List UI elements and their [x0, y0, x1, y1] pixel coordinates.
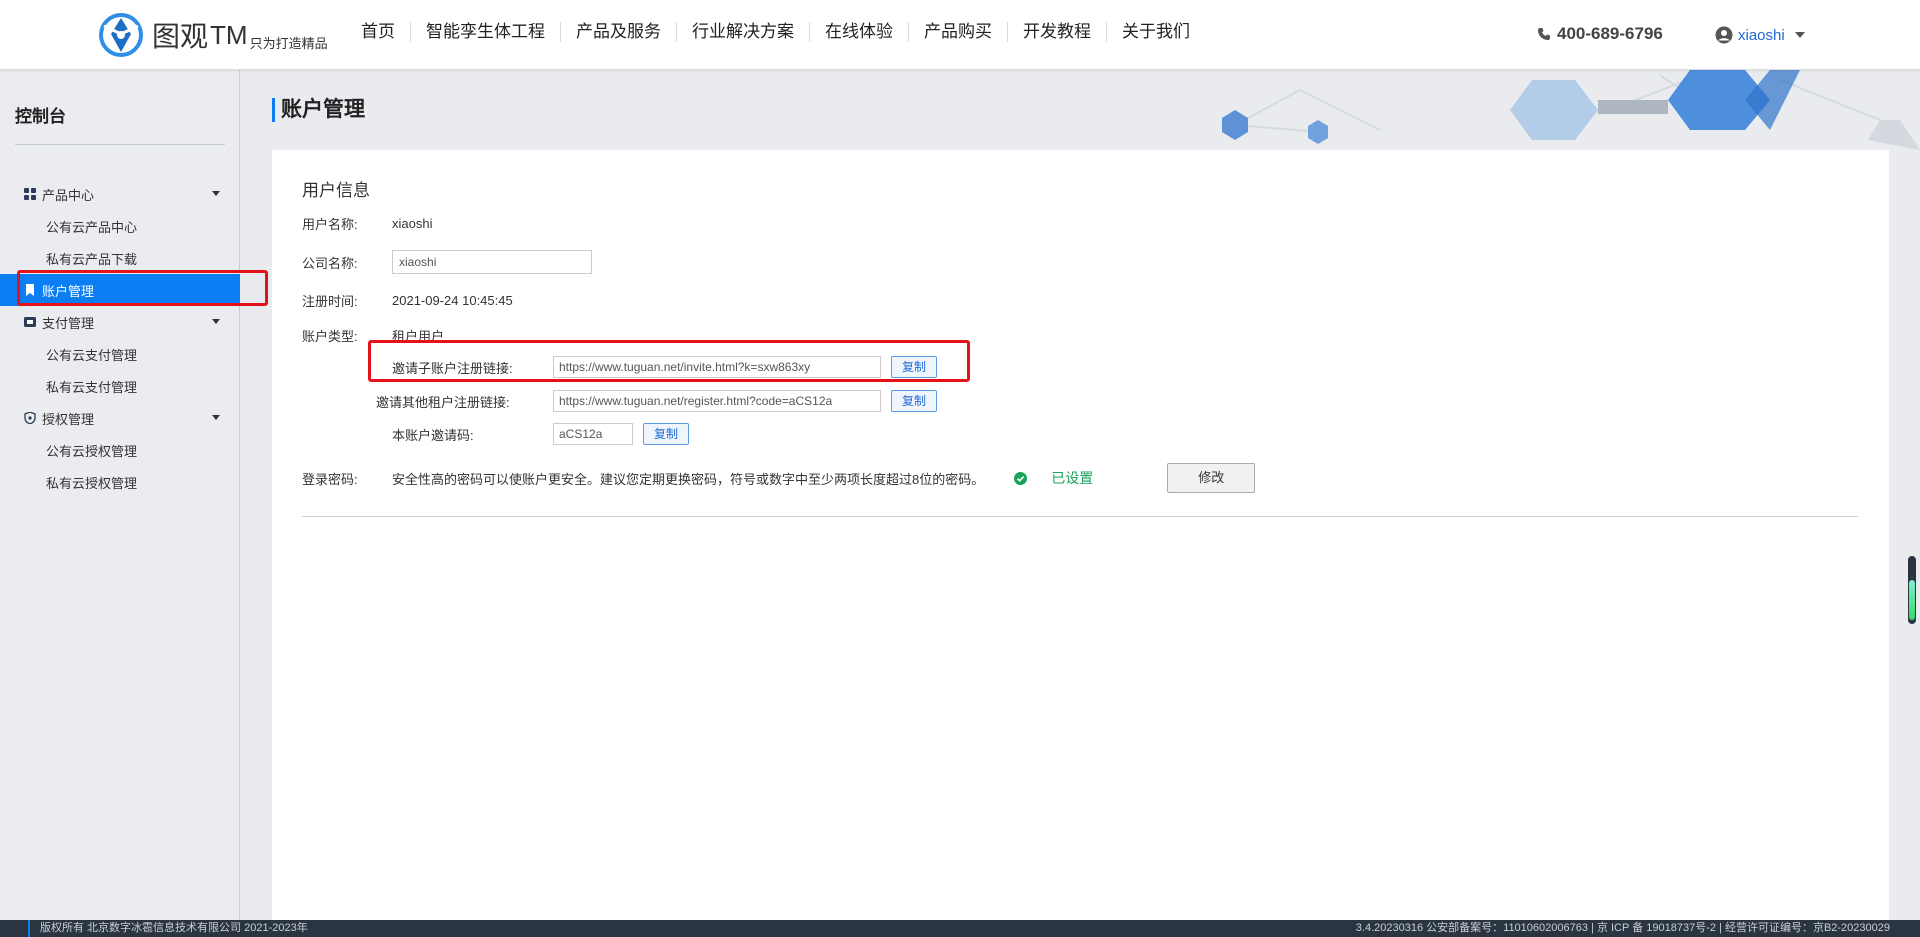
card-divider [302, 516, 1858, 517]
account-type-value: 租户用户 [392, 329, 445, 344]
footer-copyright: 版权所有 北京数字冰雹信息技术有限公司 2021-2023年 [28, 920, 308, 937]
nav-industry-solutions[interactable]: 行业解决方案 [677, 22, 810, 42]
ticket-icon [24, 317, 36, 327]
main-nav: 首页 智能孪生体工程 产品及服务 行业解决方案 在线体验 产品购买 开发教程 关… [346, 22, 1205, 42]
sidebar-item-public-cloud-payment[interactable]: 公有云支付管理 [0, 338, 240, 370]
sidebar-item-public-cloud-license[interactable]: 公有云授权管理 [0, 434, 240, 466]
grid-icon [24, 188, 36, 200]
sidebar-item-private-cloud-payment[interactable]: 私有云支付管理 [0, 370, 240, 402]
sidebar-group-payment[interactable]: 支付管理 [0, 306, 240, 338]
nav-home[interactable]: 首页 [346, 22, 411, 42]
footer: 版权所有 北京数字冰雹信息技术有限公司 2021-2023年 3.4.20230… [0, 920, 1920, 937]
molecule-decoration-icon [1222, 70, 1920, 150]
username-text: xiaoshi [1738, 26, 1785, 44]
invite-code-label: 本账户邀请码: [392, 427, 474, 443]
chevron-down-icon [1794, 32, 1805, 38]
sidebar-group-label: 支付管理 [42, 315, 95, 331]
sidebar-group-license[interactable]: 授权管理 [0, 402, 240, 434]
username-label: 用户名称: [302, 217, 358, 232]
phone-number: 400-689-6796 [1537, 24, 1663, 44]
invite-tenant-row: 邀请其他租户注册链接: https://www.tuguan.net/regis… [376, 390, 938, 412]
copy-invite-code-button[interactable]: 复制 [643, 423, 690, 445]
chevron-down-icon [212, 319, 220, 324]
page-header: 账户管理 [240, 70, 1920, 150]
logo-tm: TM [210, 19, 248, 50]
company-row: 公司名称: xiaoshi [302, 250, 592, 274]
sidebar-item-private-cloud-license[interactable]: 私有云授权管理 [0, 466, 240, 498]
username-value: xiaoshi [392, 216, 433, 231]
chevron-down-icon [212, 191, 220, 196]
register-row: 注册时间: 2021-09-24 10:45:45 [302, 291, 513, 310]
invite-code-row: 本账户邀请码: aCS12a 复制 [392, 423, 690, 445]
footer-license-info: 3.4.20230316 公安部备案号：11010602006763 | 京 I… [1355, 922, 1890, 934]
sidebar: 控制台 产品中心 公有云产品中心 私有云产品下载 账户管理 支付管理 公有云支付… [0, 70, 240, 920]
sidebar-menu: 产品中心 公有云产品中心 私有云产品下载 账户管理 支付管理 公有云支付管理 私… [0, 178, 240, 498]
phone-text: 400-689-6796 [1557, 24, 1663, 43]
password-status: 已设置 [1051, 470, 1094, 486]
sidebar-item-account-management[interactable]: 账户管理 [0, 274, 240, 306]
page-title: 账户管理 [272, 98, 365, 122]
company-label: 公司名称: [302, 255, 358, 271]
user-info-card: 用户信息 用户名称: xiaoshi 公司名称: xiaoshi 注册时间: 2… [272, 150, 1889, 920]
nav-products-services[interactable]: 产品及服务 [561, 22, 677, 42]
invite-sub-link-input[interactable]: https://www.tuguan.net/invite.html?k=sxw… [553, 356, 881, 378]
sidebar-title: 控制台 [15, 107, 66, 126]
company-input[interactable]: xiaoshi [392, 250, 592, 274]
logo[interactable]: 图观 TM 只为打造精品 [98, 12, 328, 58]
logo-slogan: 只为打造精品 [249, 35, 328, 51]
top-header: 图观 TM 只为打造精品 首页 智能孪生体工程 产品及服务 行业解决方案 在线体… [0, 0, 1920, 70]
sidebar-group-product-center[interactable]: 产品中心 [0, 178, 240, 210]
shield-icon [24, 412, 36, 424]
invite-tenant-link-input[interactable]: https://www.tuguan.net/register.html?cod… [553, 390, 881, 412]
copy-invite-sub-button[interactable]: 复制 [891, 356, 938, 378]
sidebar-item-label: 账户管理 [42, 283, 95, 299]
sidebar-group-label: 产品中心 [42, 187, 95, 203]
modify-password-button[interactable]: 修改 [1167, 463, 1256, 493]
invite-tenant-label: 邀请其他租户注册链接: [376, 394, 510, 410]
username-row: 用户名称: xiaoshi [302, 214, 432, 233]
register-label: 注册时间: [302, 294, 358, 309]
invite-sub-row: 邀请子账户注册链接: https://www.tuguan.net/invite… [392, 356, 938, 378]
user-avatar-icon [1715, 26, 1733, 44]
invite-sub-label: 邀请子账户注册链接: [392, 360, 513, 376]
scroll-indicator-fill [1909, 580, 1915, 620]
password-label: 登录密码: [302, 471, 358, 487]
logo-mark-icon [99, 13, 143, 57]
sidebar-group-label: 授权管理 [42, 411, 95, 427]
bookmark-icon [26, 284, 34, 296]
password-description: 安全性高的密码可以使账户更安全。建议您定期更换密码，符号或数字中至少两项长度超过… [392, 471, 985, 487]
section-title: 用户信息 [302, 181, 370, 200]
nav-about-us[interactable]: 关于我们 [1107, 22, 1205, 42]
chevron-down-icon [212, 415, 220, 420]
password-row: 登录密码: 安全性高的密码可以使账户更安全。建议您定期更换密码，符号或数字中至少… [302, 463, 1256, 493]
account-type-row: 账户类型: 租户用户 [302, 326, 444, 345]
account-type-label: 账户类型: [302, 329, 358, 344]
user-menu[interactable]: xiaoshi [1715, 26, 1805, 44]
invite-code-input[interactable]: aCS12a [553, 423, 633, 445]
scroll-indicator[interactable] [1908, 556, 1916, 624]
sidebar-item-public-cloud-products[interactable]: 公有云产品中心 [0, 210, 240, 242]
logo-text: 图观 [152, 20, 209, 53]
nav-dev-tutorial[interactable]: 开发教程 [1008, 22, 1107, 42]
nav-purchase[interactable]: 产品购买 [909, 22, 1008, 42]
nav-twin-engineering[interactable]: 智能孪生体工程 [411, 22, 561, 42]
phone-icon [1538, 28, 1550, 40]
copy-invite-tenant-button[interactable]: 复制 [891, 390, 938, 412]
sidebar-divider [15, 144, 225, 145]
register-value: 2021-09-24 10:45:45 [392, 293, 513, 308]
sidebar-item-private-cloud-download[interactable]: 私有云产品下载 [0, 242, 240, 274]
check-circle-icon [1014, 471, 1028, 485]
nav-online-demo[interactable]: 在线体验 [810, 22, 909, 42]
